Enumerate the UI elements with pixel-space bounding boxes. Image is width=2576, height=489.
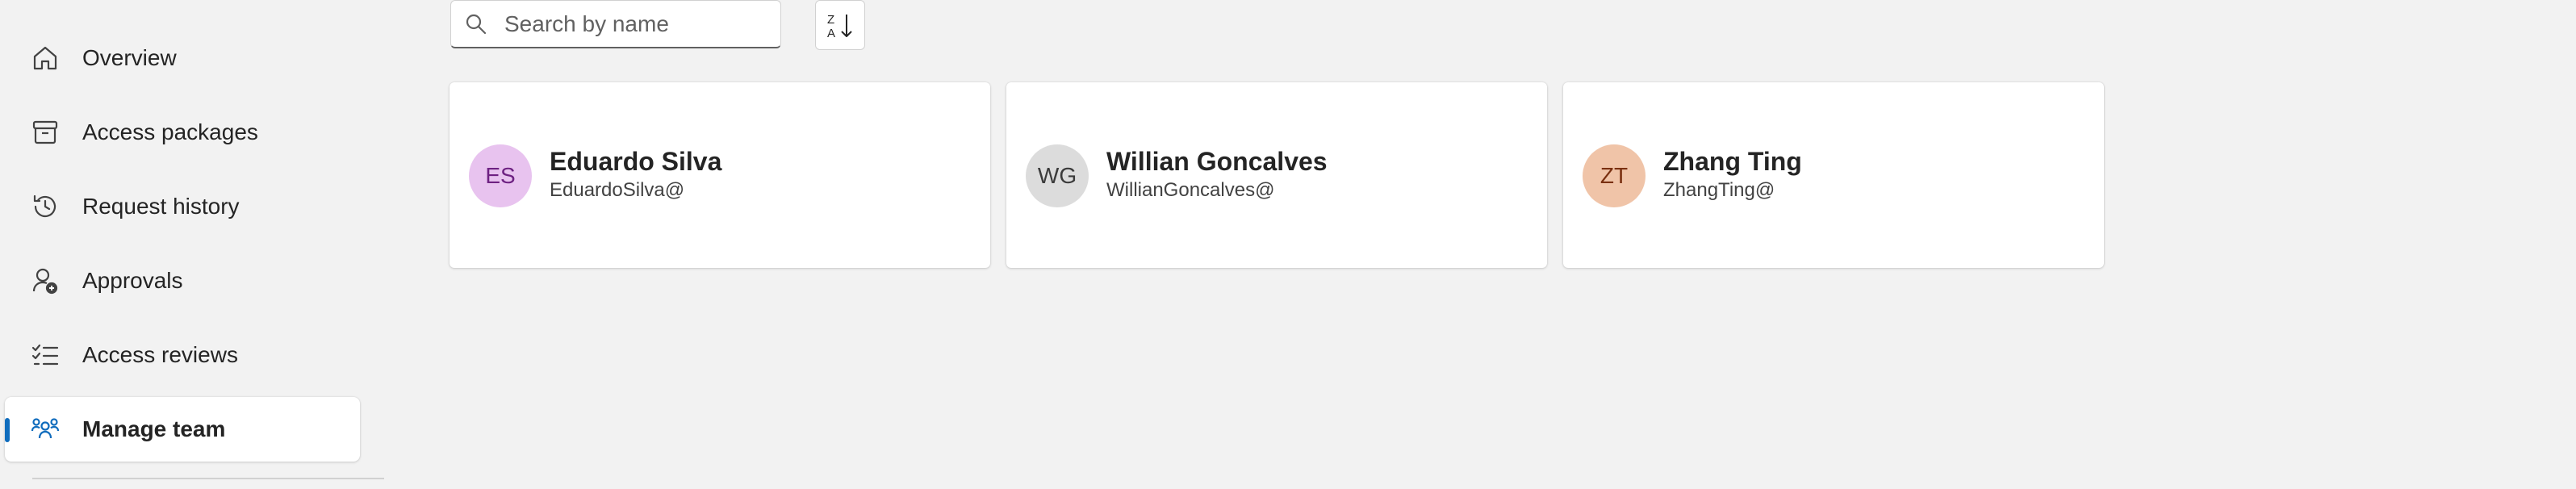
member-name: Willian Goncalves — [1106, 147, 1328, 176]
sidebar-item-approvals[interactable]: Approvals — [5, 249, 360, 313]
archive-icon — [31, 118, 60, 147]
avatar: WG — [1026, 144, 1089, 207]
sidebar-nav: Overview Access packages Request history — [0, 0, 387, 489]
sidebar-item-overview[interactable]: Overview — [5, 26, 360, 90]
sidebar-item-request-history[interactable]: Request history — [5, 174, 360, 239]
sidebar-item-label: Overview — [82, 45, 177, 70]
search-icon — [464, 12, 488, 36]
svg-text:Z: Z — [827, 13, 834, 27]
team-member-card[interactable]: WG Willian Goncalves WillianGoncalves@ — [1006, 82, 1547, 268]
sidebar-item-label: Access packages — [82, 119, 258, 144]
home-icon — [31, 44, 60, 73]
sidebar-divider — [32, 478, 384, 479]
checklist-icon — [31, 341, 60, 370]
sort-button[interactable]: Z A — [815, 0, 865, 50]
team-member-card[interactable]: ES Eduardo Silva EduardoSilva@ — [450, 82, 990, 268]
member-email: EduardoSilva@ — [550, 179, 685, 201]
people-team-icon — [31, 415, 60, 444]
active-indicator — [5, 418, 10, 442]
sidebar-item-manage-team[interactable]: Manage team — [5, 397, 360, 462]
svg-text:A: A — [827, 27, 835, 40]
person-approval-icon — [31, 266, 60, 295]
sidebar-item-label: Request history — [82, 194, 240, 219]
history-icon — [31, 192, 60, 221]
sidebar-item-access-packages[interactable]: Access packages — [5, 100, 360, 165]
avatar: ZT — [1583, 144, 1646, 207]
member-email: ZhangTing@ — [1663, 179, 1775, 201]
sidebar-item-access-reviews[interactable]: Access reviews — [5, 323, 360, 387]
team-member-card[interactable]: ZT Zhang Ting ZhangTing@ — [1563, 82, 2104, 268]
search-input[interactable] — [504, 1, 771, 48]
sidebar-item-label: Approvals — [82, 268, 183, 293]
sort-z-to-a-icon: Z A — [827, 13, 852, 40]
member-email: WillianGoncalves@ — [1106, 179, 1275, 201]
member-name: Zhang Ting — [1663, 147, 1802, 176]
avatar: ES — [469, 144, 532, 207]
sidebar-item-label: Manage team — [82, 416, 226, 441]
search-box[interactable] — [450, 0, 781, 48]
member-name: Eduardo Silva — [550, 147, 722, 176]
sidebar-item-label: Access reviews — [82, 342, 238, 367]
